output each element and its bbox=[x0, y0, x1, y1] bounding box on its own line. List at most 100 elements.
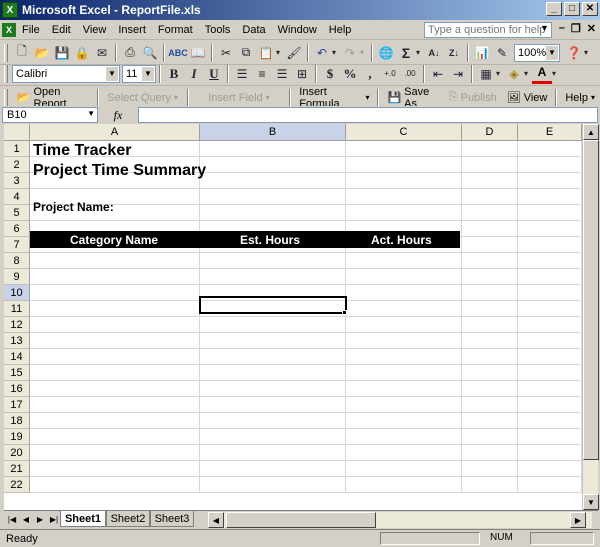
vertical-scrollbar[interactable]: ▲ ▼ bbox=[582, 124, 599, 510]
last-sheet-icon[interactable]: ▶| bbox=[48, 513, 60, 526]
cell-a12[interactable] bbox=[30, 317, 200, 333]
cell-b21[interactable] bbox=[200, 461, 346, 477]
cell-c19[interactable] bbox=[346, 429, 462, 445]
view-button[interactable]: 🖼 View bbox=[502, 88, 553, 108]
header-act-hours[interactable]: Act. Hours bbox=[371, 233, 432, 247]
cell-d20[interactable] bbox=[462, 445, 518, 461]
increase-indent-icon[interactable]: ⇥ bbox=[448, 64, 468, 84]
cell-e12[interactable] bbox=[518, 317, 582, 333]
insert-function-icon[interactable]: fx bbox=[98, 108, 138, 123]
row-header-6[interactable]: 6 bbox=[4, 221, 30, 237]
cell-b22[interactable] bbox=[200, 477, 346, 493]
scroll-down-icon[interactable]: ▼ bbox=[583, 494, 599, 510]
help-icon[interactable]: ❓ bbox=[564, 43, 584, 63]
cell-e3[interactable] bbox=[518, 173, 582, 189]
row-header-16[interactable]: 16 bbox=[4, 381, 30, 397]
cell-a17[interactable] bbox=[30, 397, 200, 413]
autosum-icon[interactable]: Σ bbox=[396, 43, 416, 63]
cell-c15[interactable] bbox=[346, 365, 462, 381]
row-header-1[interactable]: 1 bbox=[4, 141, 30, 157]
cell-c9[interactable] bbox=[346, 269, 462, 285]
cell-e18[interactable] bbox=[518, 413, 582, 429]
cell-d9[interactable] bbox=[462, 269, 518, 285]
cell-d14[interactable] bbox=[462, 349, 518, 365]
cell-c8[interactable] bbox=[346, 253, 462, 269]
cell-e15[interactable] bbox=[518, 365, 582, 381]
cell-b9[interactable] bbox=[200, 269, 346, 285]
cell-e21[interactable] bbox=[518, 461, 582, 477]
insert-formula-button[interactable]: Insert Formula ▾ bbox=[294, 86, 374, 110]
autosum-dropdown-icon[interactable]: ▾ bbox=[416, 48, 424, 57]
cell-d12[interactable] bbox=[462, 317, 518, 333]
sort-descending-icon[interactable]: Z↓ bbox=[444, 43, 464, 63]
italic-button[interactable]: I bbox=[184, 64, 204, 84]
row-header-21[interactable]: 21 bbox=[4, 461, 30, 477]
cell-b4[interactable] bbox=[200, 189, 346, 205]
row-header-15[interactable]: 15 bbox=[4, 365, 30, 381]
column-header-e[interactable]: E bbox=[518, 124, 582, 141]
fill-color-dropdown-icon[interactable]: ▾ bbox=[524, 69, 532, 78]
cell-d10[interactable] bbox=[462, 285, 518, 301]
cell-b5[interactable] bbox=[200, 205, 346, 221]
font-color-icon[interactable]: A bbox=[532, 64, 552, 84]
cell-c16[interactable] bbox=[346, 381, 462, 397]
cell-b16[interactable] bbox=[200, 381, 346, 397]
cell-c18[interactable] bbox=[346, 413, 462, 429]
currency-button[interactable]: $ bbox=[320, 64, 340, 84]
cell-c12[interactable] bbox=[346, 317, 462, 333]
cell-d22[interactable] bbox=[462, 477, 518, 493]
undo-icon[interactable]: ↶ bbox=[312, 43, 332, 63]
publish-button[interactable]: ⎘ Publish bbox=[444, 88, 502, 108]
cell-c1[interactable] bbox=[346, 141, 462, 157]
close-button[interactable]: ✕ bbox=[582, 2, 598, 16]
decrease-indent-icon[interactable]: ⇤ bbox=[428, 64, 448, 84]
cell-a8[interactable] bbox=[30, 253, 200, 269]
cell-c5[interactable] bbox=[346, 205, 462, 221]
cell-d16[interactable] bbox=[462, 381, 518, 397]
row-header-10[interactable]: 10 bbox=[4, 285, 30, 301]
cell-b12[interactable] bbox=[200, 317, 346, 333]
cell-a13[interactable] bbox=[30, 333, 200, 349]
cell-b20[interactable] bbox=[200, 445, 346, 461]
menu-data[interactable]: Data bbox=[236, 24, 271, 36]
cell-b15[interactable] bbox=[200, 365, 346, 381]
report-help-button[interactable]: Help ▾ bbox=[560, 88, 600, 108]
column-header-b[interactable]: B bbox=[200, 124, 346, 141]
prev-sheet-icon[interactable]: ◀ bbox=[20, 513, 32, 526]
cell-a21[interactable] bbox=[30, 461, 200, 477]
cell-b8[interactable] bbox=[200, 253, 346, 269]
cell-d1[interactable] bbox=[462, 141, 518, 157]
cell-a2-subtitle[interactable]: Project Time Summary bbox=[33, 162, 206, 180]
formula-input[interactable] bbox=[138, 107, 598, 123]
fill-handle[interactable] bbox=[342, 310, 347, 315]
row-header-18[interactable]: 18 bbox=[4, 413, 30, 429]
select-all-corner[interactable] bbox=[4, 124, 30, 141]
menu-excel-icon[interactable]: X bbox=[2, 22, 16, 38]
help-question-input[interactable]: Type a question for help bbox=[424, 22, 552, 38]
cell-a10[interactable] bbox=[30, 285, 200, 301]
row-header-9[interactable]: 9 bbox=[4, 269, 30, 285]
cell-b17[interactable] bbox=[200, 397, 346, 413]
next-sheet-icon[interactable]: ▶ bbox=[34, 513, 46, 526]
cell-b2[interactable] bbox=[200, 157, 346, 173]
permission-icon[interactable]: 🔒 bbox=[72, 43, 92, 63]
horizontal-scroll-thumb[interactable] bbox=[226, 512, 376, 528]
row-header-7[interactable]: 7 bbox=[4, 237, 30, 253]
excel-app-icon[interactable]: X bbox=[2, 2, 18, 18]
cell-e8[interactable] bbox=[518, 253, 582, 269]
cell-e5[interactable] bbox=[518, 205, 582, 221]
scroll-right-icon[interactable]: ▶ bbox=[570, 512, 586, 528]
row-header-12[interactable]: 12 bbox=[4, 317, 30, 333]
merge-center-icon[interactable]: ⊞ bbox=[292, 64, 312, 84]
print-preview-icon[interactable]: 🔍 bbox=[140, 43, 160, 63]
borders-dropdown-icon[interactable]: ▾ bbox=[496, 69, 504, 78]
cell-c11[interactable] bbox=[346, 301, 462, 317]
cell-e11[interactable] bbox=[518, 301, 582, 317]
first-sheet-icon[interactable]: |◀ bbox=[6, 513, 18, 526]
open-folder-icon[interactable]: 📂 bbox=[32, 43, 52, 63]
vertical-scroll-thumb[interactable] bbox=[583, 140, 599, 460]
header-category-name[interactable]: Category Name bbox=[70, 233, 158, 247]
cell-e14[interactable] bbox=[518, 349, 582, 365]
cell-a20[interactable] bbox=[30, 445, 200, 461]
cell-b1[interactable] bbox=[200, 141, 346, 157]
